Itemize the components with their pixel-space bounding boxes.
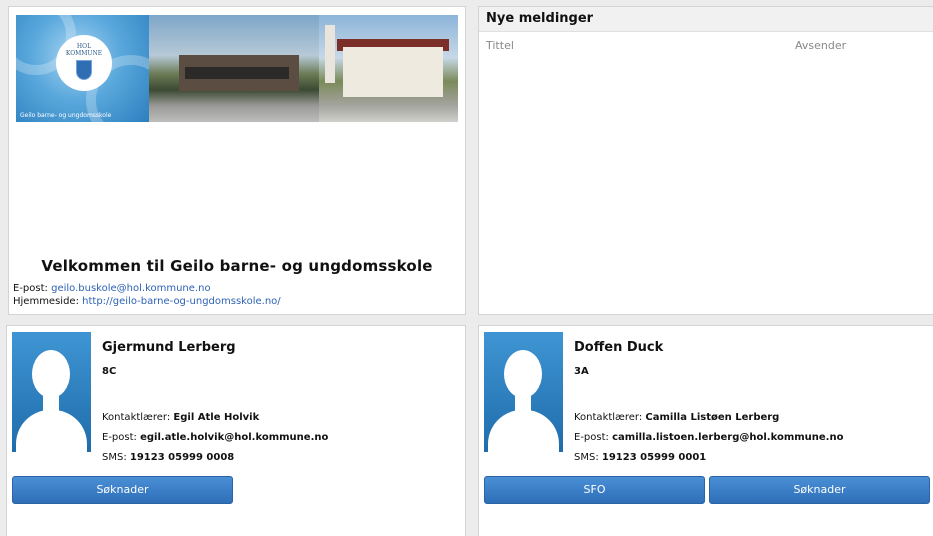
sfo-button[interactable]: SFO: [484, 476, 705, 504]
messages-title: Nye meldinger: [479, 7, 933, 32]
teacher-email-label: E-post:: [574, 432, 609, 443]
sms-number: 19123 05999 0001: [601, 452, 707, 463]
school-banner-image: HOL KOMMUNE Geilo barne- og ungdomsskole: [16, 15, 458, 122]
avatar-placeholder-icon: [484, 332, 563, 452]
student-card: Doffen Duck 3A Kontaktlærer: Camilla Lis…: [478, 325, 933, 536]
contact-teacher-name: Egil Atle Holvik: [173, 412, 260, 423]
teacher-email: camilla.listoen.lerberg@hol.kommune.no: [612, 432, 844, 443]
column-header-title[interactable]: Tittel: [486, 39, 514, 52]
hol-kommune-crest-icon: HOL KOMMUNE: [56, 35, 112, 91]
student-name: Gjermund Lerberg: [102, 340, 236, 355]
student-card: Gjermund Lerberg 8C Kontaktlærer: Egil A…: [6, 325, 466, 536]
applications-button[interactable]: Søknader: [709, 476, 930, 504]
contact-teacher-name: Camilla Listøen Lerberg: [645, 412, 780, 423]
school-website-link[interactable]: http://geilo-barne-og-ungdomsskole.no/: [82, 296, 281, 307]
student-class: 8C: [102, 366, 117, 377]
sms-number: 19123 05999 0008: [129, 452, 235, 463]
contact-teacher-row: Kontaktlærer: Egil Atle Holvik: [102, 412, 259, 423]
messages-panel: Nye meldinger Tittel Avsender: [478, 6, 933, 315]
contact-teacher-row: Kontaktlærer: Camilla Listøen Lerberg: [574, 412, 779, 423]
student-name: Doffen Duck: [574, 340, 664, 355]
contact-teacher-label: Kontaktlærer:: [102, 412, 171, 423]
school-website-line: Hjemmeside: http://geilo-barne-og-ungdom…: [13, 296, 281, 307]
sms-label: SMS:: [574, 452, 599, 463]
teacher-email-row: E-post: egil.atle.holvik@hol.kommune.no: [102, 432, 328, 443]
sms-row: SMS: 19123 05999 0008: [102, 452, 234, 463]
contact-teacher-label: Kontaktlærer:: [574, 412, 643, 423]
school-email-label: E-post:: [13, 283, 48, 294]
sms-row: SMS: 19123 05999 0001: [574, 452, 706, 463]
school-email-link[interactable]: geilo.buskole@hol.kommune.no: [51, 283, 210, 294]
column-header-sender[interactable]: Avsender: [795, 39, 846, 52]
banner-caption: Geilo barne- og ungdomsskole: [20, 112, 112, 119]
banner-photo-church: [319, 15, 458, 122]
student-class: 3A: [574, 366, 589, 377]
banner-logo-section: HOL KOMMUNE Geilo barne- og ungdomsskole: [16, 15, 149, 122]
school-email-line: E-post: geilo.buskole@hol.kommune.no: [13, 283, 211, 294]
school-website-label: Hjemmeside:: [13, 296, 79, 307]
crest-text-hol: HOL: [76, 43, 92, 50]
sms-label: SMS:: [102, 452, 127, 463]
crest-text-kommune: KOMMUNE: [65, 50, 103, 58]
teacher-email-row: E-post: camilla.listoen.lerberg@hol.komm…: [574, 432, 843, 443]
teacher-email: egil.atle.holvik@hol.kommune.no: [140, 432, 329, 443]
avatar-placeholder-icon: [12, 332, 91, 452]
teacher-email-label: E-post:: [102, 432, 137, 443]
school-info-panel: HOL KOMMUNE Geilo barne- og ungdomsskole…: [8, 6, 466, 315]
applications-button[interactable]: Søknader: [12, 476, 233, 504]
banner-photo-building: [149, 15, 319, 122]
welcome-heading: Velkommen til Geilo barne- og ungdomssko…: [41, 257, 433, 275]
